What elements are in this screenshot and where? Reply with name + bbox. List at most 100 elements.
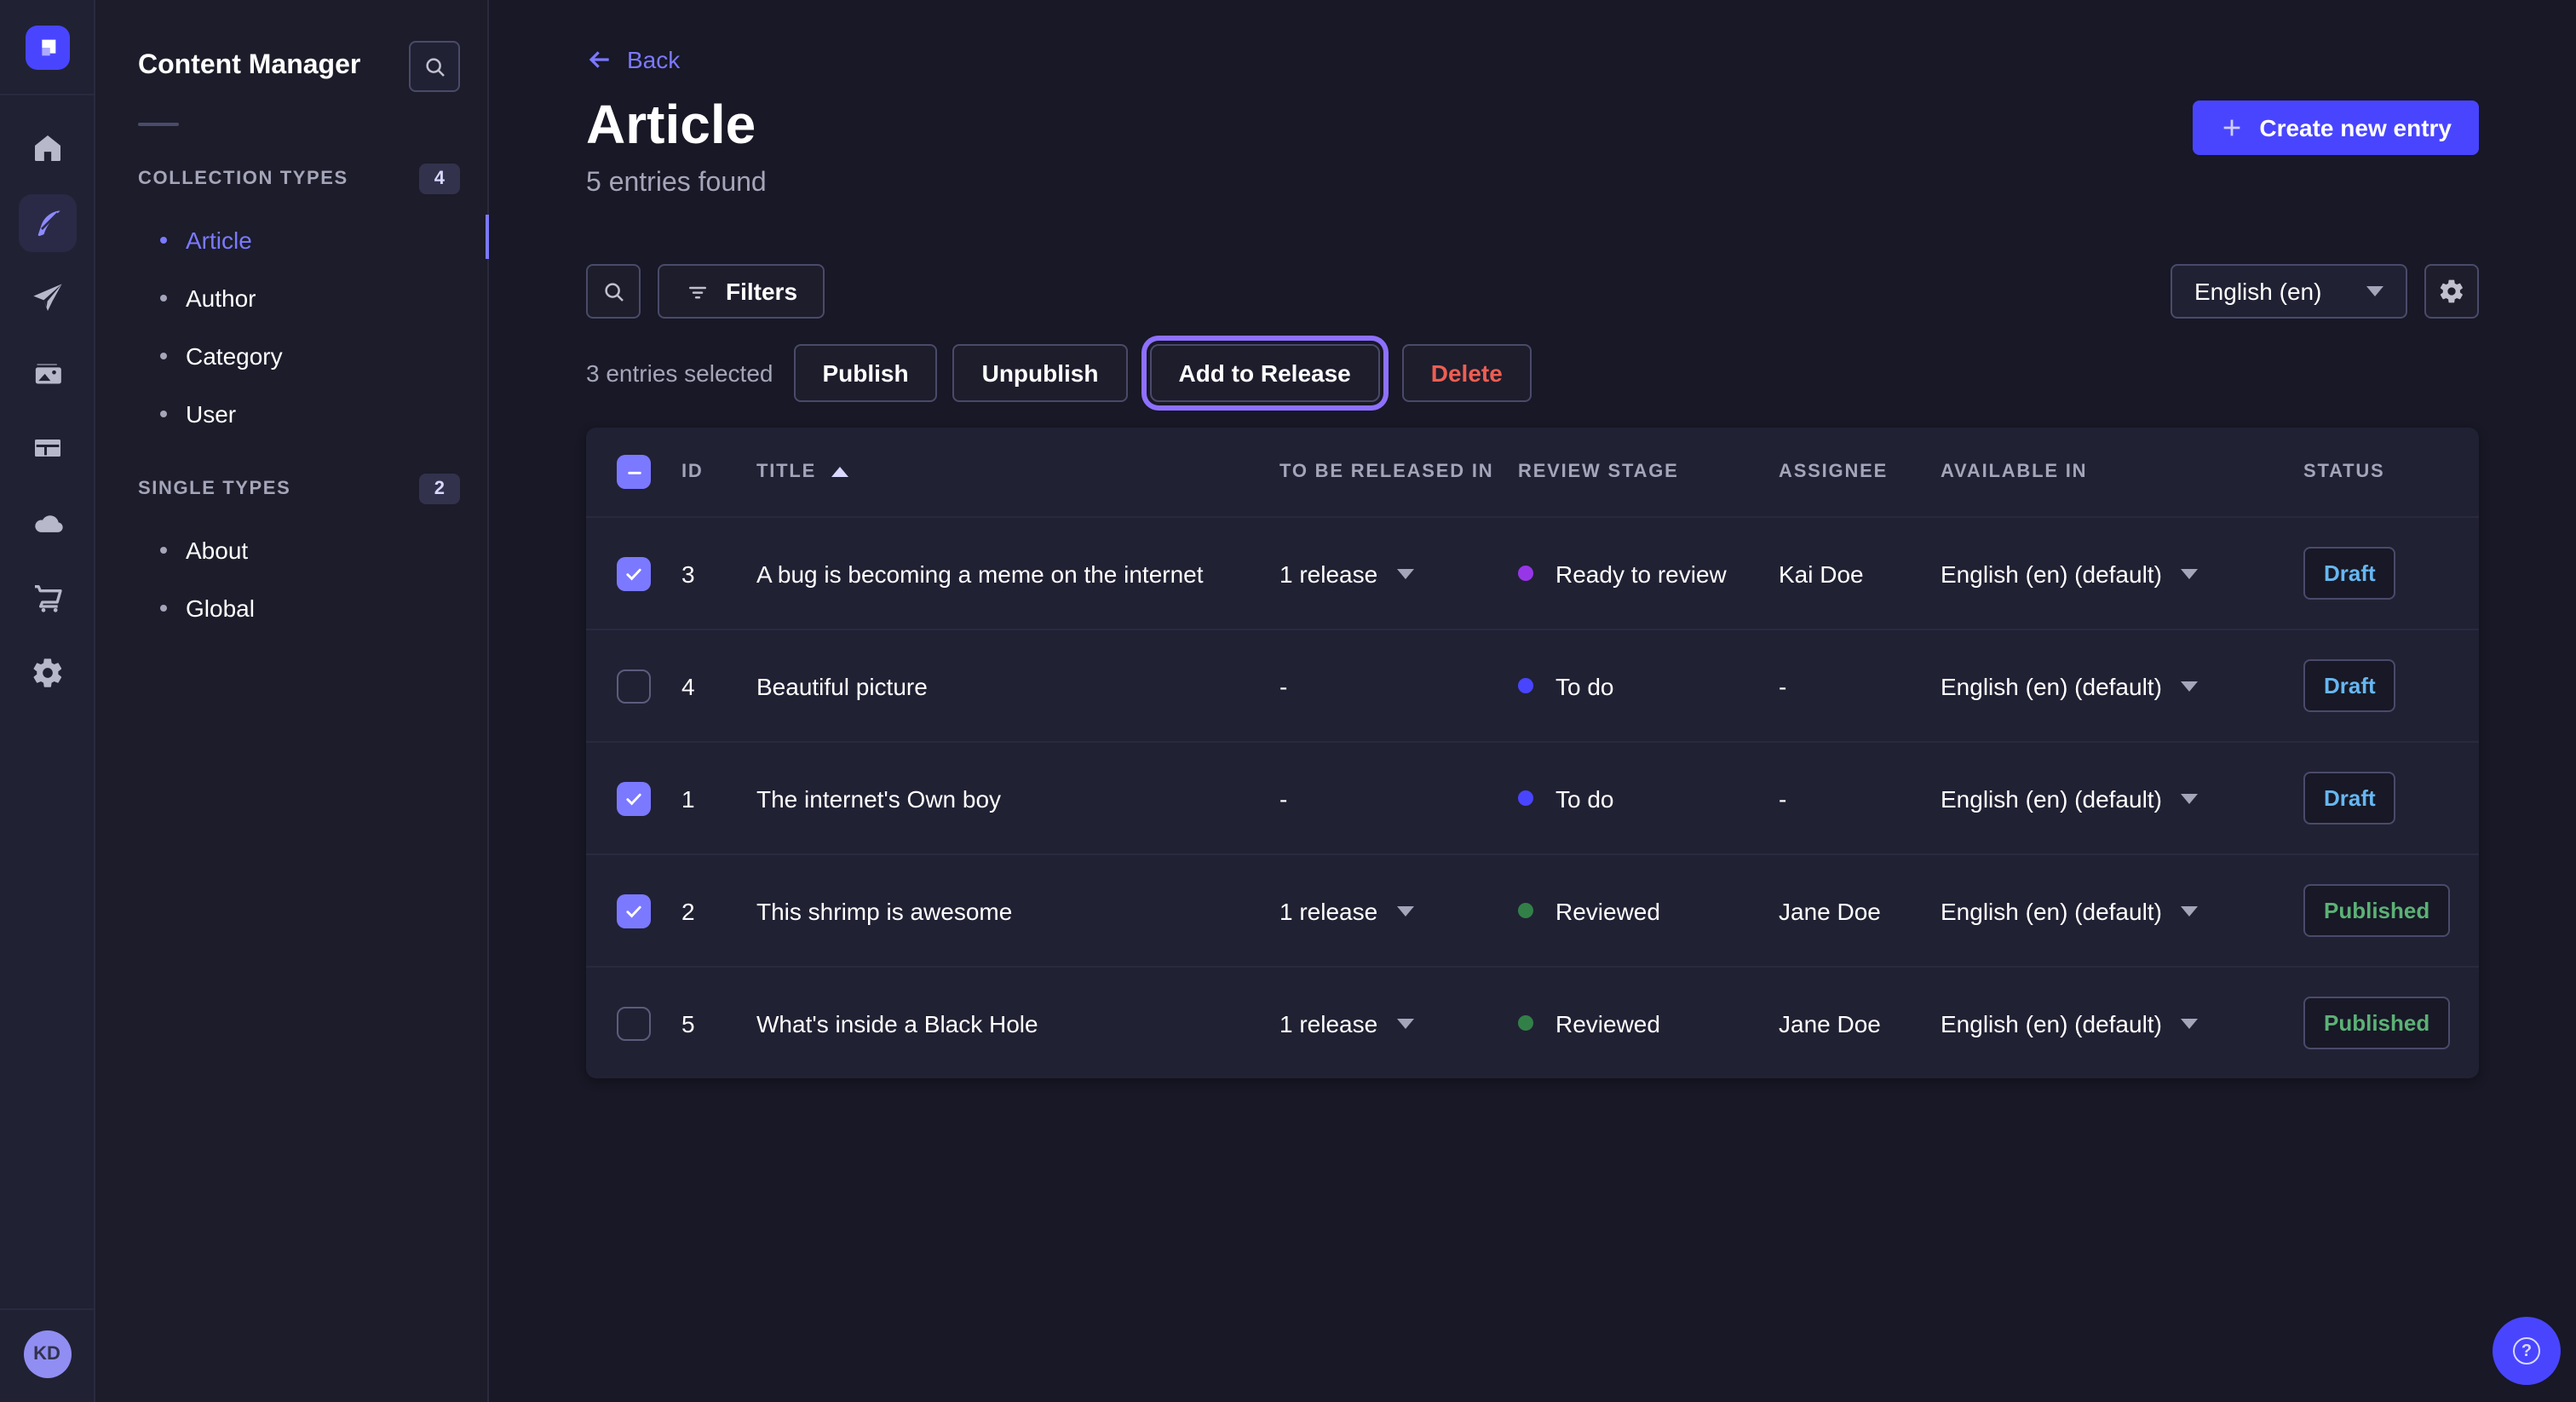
search-icon[interactable]	[409, 41, 460, 92]
status-badge: Draft	[2303, 659, 2396, 712]
locale-dropdown[interactable]: English (en) (default)	[1941, 897, 2303, 924]
user-avatar[interactable]: KD	[23, 1330, 71, 1378]
stage-dot-icon	[1518, 903, 1533, 918]
column-header-available-in[interactable]: AVAILABLE IN	[1941, 462, 2303, 482]
sidebar-item-article[interactable]: Article	[95, 211, 487, 269]
app-root: KD Content Manager COLLECTION TYPES 4 Ar…	[0, 0, 2576, 1402]
chevron-down-icon	[2181, 568, 2198, 578]
chevron-down-icon	[2181, 793, 2198, 803]
filter-icon	[685, 279, 710, 304]
table-row[interactable]: 5 What's inside a Black Hole 1 release R…	[586, 966, 2479, 1078]
search-icon[interactable]	[586, 264, 641, 319]
select-all-checkbox[interactable]	[617, 455, 651, 489]
check-icon	[624, 900, 644, 921]
cell-review-stage: To do	[1518, 672, 1779, 699]
status-badge: Published	[2303, 884, 2450, 937]
column-header-title[interactable]: TITLE	[756, 462, 1279, 482]
cell-assignee: -	[1779, 672, 1941, 699]
locale-dropdown[interactable]: English (en) (default)	[1941, 1009, 2303, 1037]
bullet-icon	[160, 353, 167, 359]
row-checkbox[interactable]	[617, 669, 651, 703]
column-header-status[interactable]: STATUS	[2303, 462, 2479, 482]
content-type-builder-icon[interactable]	[18, 419, 76, 477]
selection-toolbar: 3 entries selected Publish Unpublish Add…	[586, 344, 2479, 402]
indeterminate-icon	[624, 463, 643, 481]
back-link[interactable]: Back	[586, 46, 680, 73]
cell-review-stage: To do	[1518, 784, 1779, 812]
row-checkbox[interactable]	[617, 781, 651, 815]
cell-id: 2	[681, 897, 756, 924]
cell-id: 1	[681, 784, 756, 812]
plus-icon	[2220, 116, 2244, 140]
table-header-row: ID TITLE TO BE RELEASED IN REVIEW STAGE …	[586, 428, 2479, 516]
cell-assignee: Jane Doe	[1779, 897, 1941, 924]
releases-icon[interactable]	[18, 269, 76, 327]
stage-dot-icon	[1518, 1015, 1533, 1031]
locale-dropdown[interactable]: English (en) (default)	[1941, 784, 2303, 812]
filters-button[interactable]: Filters	[658, 264, 825, 319]
cell-assignee: Kai Doe	[1779, 560, 1941, 587]
help-button[interactable]: ?	[2493, 1317, 2561, 1385]
check-icon	[624, 788, 644, 808]
status-badge: Draft	[2303, 772, 2396, 825]
stage-dot-icon	[1518, 678, 1533, 693]
row-checkbox[interactable]	[617, 893, 651, 928]
status-badge: Published	[2303, 997, 2450, 1049]
settings-icon[interactable]	[18, 644, 76, 702]
stage-dot-icon	[1518, 566, 1533, 581]
main-nav: KD	[0, 0, 95, 1402]
locale-dropdown[interactable]: English (en) (default)	[1941, 672, 2303, 699]
cell-id: 3	[681, 560, 756, 587]
marketplace-icon[interactable]	[18, 569, 76, 627]
chevron-down-icon	[2181, 905, 2198, 916]
content-manager-icon[interactable]	[18, 194, 76, 252]
sidebar-item-about[interactable]: About	[95, 521, 487, 579]
locale-dropdown[interactable]: English (en) (default)	[1941, 560, 2303, 587]
arrow-left-icon	[586, 46, 613, 73]
chevron-down-icon	[1396, 1018, 1413, 1028]
deploy-icon[interactable]	[18, 494, 76, 552]
collection-types-list: Article Author Category User	[95, 211, 487, 443]
column-header-assignee[interactable]: ASSIGNEE	[1779, 462, 1941, 482]
delete-button[interactable]: Delete	[1402, 344, 1532, 402]
nav-footer: KD	[0, 1308, 94, 1402]
chevron-down-icon	[2366, 286, 2383, 296]
sidebar-item-label: About	[186, 537, 248, 564]
add-to-release-button[interactable]: Add to Release	[1149, 344, 1379, 402]
sidebar-item-author[interactable]: Author	[95, 269, 487, 327]
home-icon[interactable]	[18, 119, 76, 177]
table-row[interactable]: 2 This shrimp is awesome 1 release Revie…	[586, 853, 2479, 966]
question-mark-icon: ?	[2513, 1337, 2540, 1365]
sidebar-item-user[interactable]: User	[95, 385, 487, 443]
release-dropdown[interactable]: 1 release	[1279, 897, 1518, 924]
media-library-icon[interactable]	[18, 344, 76, 402]
view-settings-icon[interactable]	[2424, 264, 2479, 319]
toolbar: Filters English (en)	[586, 264, 2479, 319]
cell-review-stage: Reviewed	[1518, 1009, 1779, 1037]
entries-count: 5 entries found	[586, 169, 2479, 199]
table-row[interactable]: 4 Beautiful picture - To do - English (e…	[586, 629, 2479, 741]
column-header-review-stage[interactable]: REVIEW STAGE	[1518, 462, 1779, 482]
logo-section	[0, 0, 94, 95]
release-dropdown[interactable]: 1 release	[1279, 1009, 1518, 1037]
release-dropdown[interactable]: 1 release	[1279, 560, 1518, 587]
table-row[interactable]: 1 The internet's Own boy - To do - Engli…	[586, 741, 2479, 853]
stage-dot-icon	[1518, 790, 1533, 806]
content-manager-subnav: Content Manager COLLECTION TYPES 4 Artic…	[95, 0, 489, 1402]
column-header-id[interactable]: ID	[681, 462, 756, 482]
sidebar-item-global[interactable]: Global	[95, 579, 487, 637]
publish-button[interactable]: Publish	[793, 344, 937, 402]
bullet-icon	[160, 547, 167, 554]
cell-release: -	[1279, 672, 1518, 699]
sidebar-item-label: User	[186, 400, 236, 428]
sidebar-item-category[interactable]: Category	[95, 327, 487, 385]
row-checkbox[interactable]	[617, 556, 651, 590]
create-new-entry-button[interactable]: Create new entry	[2193, 101, 2479, 155]
unpublish-button[interactable]: Unpublish	[953, 344, 1128, 402]
strapi-logo-icon[interactable]	[25, 25, 69, 69]
row-checkbox[interactable]	[617, 1006, 651, 1040]
locale-select[interactable]: English (en)	[2171, 264, 2407, 319]
bullet-icon	[160, 605, 167, 612]
table-row[interactable]: 3 A bug is becoming a meme on the intern…	[586, 516, 2479, 629]
column-header-release[interactable]: TO BE RELEASED IN	[1279, 462, 1518, 482]
